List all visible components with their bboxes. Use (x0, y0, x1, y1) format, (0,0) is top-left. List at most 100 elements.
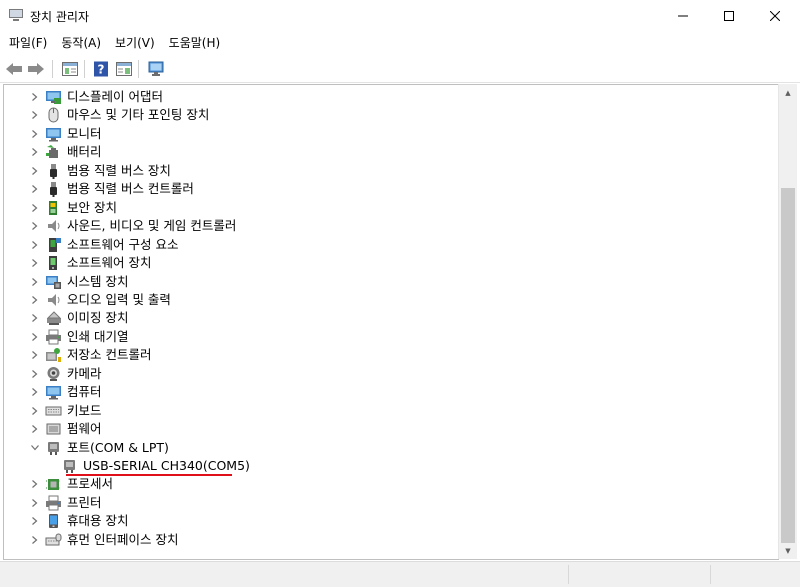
software-device-icon (49, 256, 57, 271)
tree-item-label: 오디오 입력 및 출력 (67, 291, 171, 307)
tree-item-label: 소프트웨어 장치 (67, 255, 152, 271)
collapse-arrow-icon[interactable] (28, 440, 42, 456)
category-item[interactable]: 디스플레이 어댑터 (4, 88, 779, 106)
expand-arrow-icon[interactable] (28, 366, 42, 382)
tree-item-label: 키보드 (67, 402, 102, 418)
expand-arrow-icon[interactable] (28, 329, 42, 345)
expand-arrow-icon[interactable] (28, 476, 42, 492)
menu-action[interactable]: 동작(A) (54, 32, 108, 54)
category-item[interactable]: 소프트웨어 구성 요소 (4, 236, 779, 254)
category-item[interactable]: 이미징 장치 (4, 309, 779, 327)
tree-item-label: 프로세서 (67, 476, 114, 492)
tree-item-label: USB-SERIAL CH340(COM5) (83, 458, 250, 473)
category-item[interactable]: 범용 직렬 버스 장치 (4, 162, 779, 180)
category-item[interactable]: 배터리 (4, 143, 779, 161)
action-panel-button[interactable] (114, 59, 134, 79)
menu-bar: 파일(F) 동작(A) 보기(V) 도움말(H) (0, 32, 800, 54)
device-item[interactable]: USB-SERIAL CH340(COM5) (4, 457, 779, 475)
display-adapter-icon (46, 91, 61, 104)
tree-item-label: 펌웨어 (67, 421, 102, 437)
expand-arrow-icon[interactable] (28, 532, 42, 548)
category-item[interactable]: 카메라 (4, 365, 779, 383)
port-icon (64, 460, 75, 473)
expand-arrow-icon[interactable] (28, 513, 42, 529)
print-queue-icon (46, 329, 61, 345)
category-item[interactable]: 오디오 입력 및 출력 (4, 291, 779, 309)
minimize-button[interactable] (660, 0, 706, 32)
category-item[interactable]: 사운드, 비디오 및 게임 컨트롤러 (4, 217, 779, 235)
expand-arrow-icon[interactable] (28, 384, 42, 400)
expand-arrow-icon[interactable] (28, 200, 42, 216)
device-manager-icon (9, 9, 23, 21)
category-item[interactable]: 소프트웨어 장치 (4, 254, 779, 272)
menu-file[interactable]: 파일(F) (0, 32, 54, 54)
tree-item-label: 인쇄 대기열 (67, 328, 129, 344)
tree-item-label: 카메라 (67, 365, 102, 381)
computer-icon (46, 386, 61, 400)
device-tree[interactable]: 디스플레이 어댑터 마우스 및 기타 포인팅 장치모니터배터리범용 직렬 버스 장… (3, 84, 779, 560)
battery-icon (46, 145, 58, 159)
menu-view[interactable]: 보기(V) (108, 32, 162, 54)
system-device-icon (46, 275, 61, 289)
category-item[interactable]: 펌웨어 (4, 420, 779, 438)
storage-controller-icon (46, 348, 61, 363)
category-item[interactable]: 마우스 및 기타 포인팅 장치 (4, 106, 779, 124)
window-title: 장치 관리자 (30, 10, 90, 24)
speaker-icon (48, 220, 60, 233)
category-item[interactable]: 프린터 (4, 494, 779, 512)
scroll-thumb[interactable] (781, 188, 795, 543)
category-item[interactable]: 프로세서 (4, 475, 779, 493)
help-button[interactable]: ? (91, 59, 111, 79)
expand-arrow-icon[interactable] (28, 126, 42, 142)
maximize-button[interactable] (706, 0, 752, 32)
expand-arrow-icon[interactable] (28, 237, 42, 253)
expand-arrow-icon[interactable] (28, 163, 42, 179)
properties-panel-icon (62, 62, 78, 76)
expand-arrow-icon[interactable] (28, 310, 42, 326)
menu-help[interactable]: 도움말(H) (162, 32, 228, 54)
status-cell (710, 565, 799, 584)
expand-arrow-icon[interactable] (28, 89, 42, 105)
close-button[interactable] (752, 0, 798, 32)
toolbar-separator (52, 60, 53, 78)
vertical-scrollbar[interactable]: ▲ ▼ (778, 84, 797, 559)
forward-button[interactable] (26, 59, 46, 79)
expand-arrow-icon[interactable] (28, 107, 42, 123)
tree-item-label: 마우스 및 기타 포인팅 장치 (67, 107, 210, 123)
category-item[interactable]: 인쇄 대기열 (4, 328, 779, 346)
tree-item-label: 모니터 (67, 125, 102, 141)
expand-arrow-icon[interactable] (28, 181, 42, 197)
category-item[interactable]: 저장소 컨트롤러 (4, 346, 779, 364)
category-item[interactable]: 범용 직렬 버스 컨트롤러 (4, 180, 779, 198)
expand-arrow-icon[interactable] (28, 274, 42, 290)
category-item[interactable]: 휴먼 인터페이스 장치 (4, 531, 779, 549)
category-item[interactable]: 포트(COM & LPT) (4, 439, 779, 457)
scroll-down-button[interactable]: ▼ (779, 542, 797, 559)
camera-icon (47, 366, 60, 381)
status-cell (568, 565, 709, 584)
expand-arrow-icon[interactable] (28, 255, 42, 271)
category-item[interactable]: 시스템 장치 (4, 273, 779, 291)
category-item[interactable]: 컴퓨터 (4, 383, 779, 401)
expand-arrow-icon[interactable] (28, 144, 42, 160)
help-icon: ? (94, 61, 108, 77)
category-item[interactable]: 모니터 (4, 125, 779, 143)
expand-arrow-icon[interactable] (28, 403, 42, 419)
monitor-scan-icon (148, 61, 164, 76)
tree-item-label: 휴대용 장치 (67, 513, 129, 529)
scan-hardware-button[interactable] (146, 59, 166, 79)
scroll-up-button[interactable]: ▲ (779, 84, 797, 101)
category-item[interactable]: 키보드 (4, 402, 779, 420)
properties-panel-button[interactable] (60, 59, 80, 79)
expand-arrow-icon[interactable] (28, 421, 42, 437)
tree-item-label: 범용 직렬 버스 장치 (67, 162, 171, 178)
tree-item-label: 배터리 (67, 144, 102, 160)
expand-arrow-icon[interactable] (28, 218, 42, 234)
category-item[interactable]: 휴대용 장치 (4, 512, 779, 530)
back-button[interactable] (4, 59, 24, 79)
expand-arrow-icon[interactable] (28, 347, 42, 363)
expand-arrow-icon[interactable] (28, 495, 42, 511)
expand-arrow-icon[interactable] (28, 292, 42, 308)
security-device-icon (49, 200, 57, 215)
category-item[interactable]: 보안 장치 (4, 199, 779, 217)
